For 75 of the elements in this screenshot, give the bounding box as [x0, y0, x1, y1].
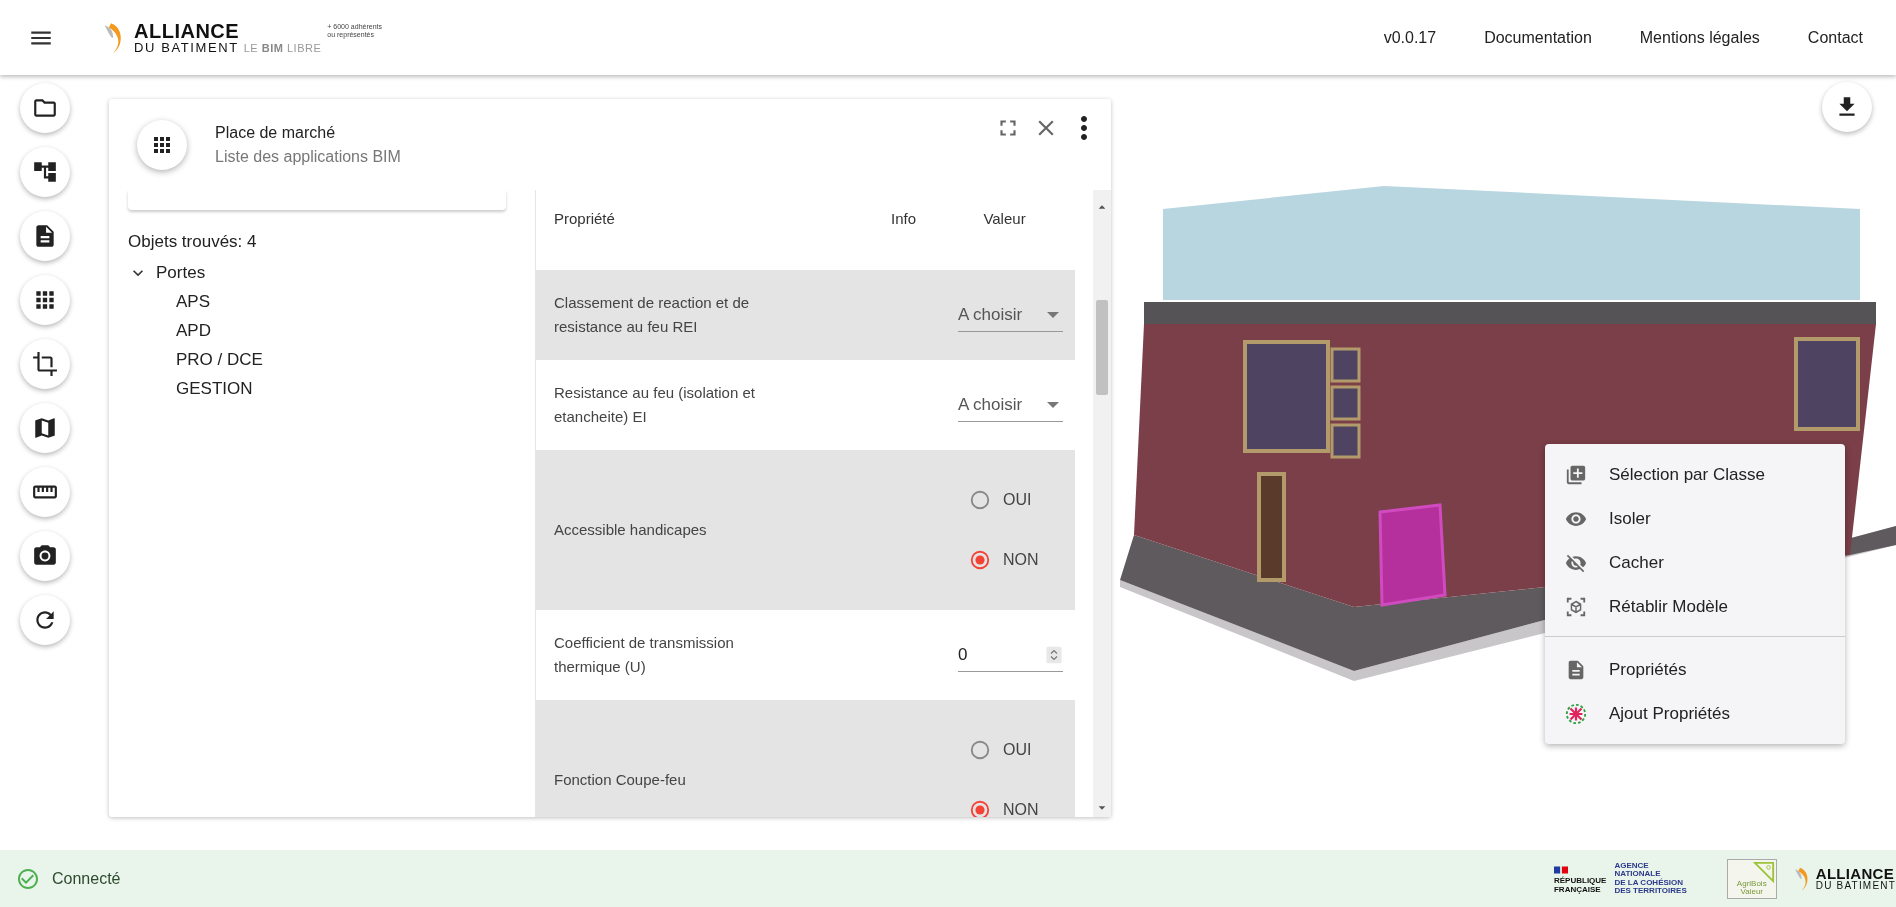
hierarchy-button[interactable] — [20, 147, 70, 197]
radio-label: NON — [1003, 801, 1039, 817]
radio-label: OUI — [1003, 491, 1032, 509]
map-icon — [32, 415, 58, 441]
select-field[interactable]: A choisir — [958, 298, 1063, 332]
logo-tagline: LE BIM LIBRE — [243, 43, 322, 54]
logo-text: AgriBois — [1736, 879, 1767, 888]
menu-item[interactable]: Propriétés — [1545, 648, 1845, 692]
scrollbar[interactable] — [1093, 190, 1111, 817]
results-count: Objets trouvés: 4 — [128, 232, 258, 252]
nav-link[interactable]: Mentions légales — [1639, 28, 1760, 47]
tree-item[interactable]: APD — [176, 316, 535, 345]
logo-text: DE LA COHÉSION — [1614, 878, 1685, 887]
menu-item[interactable]: Isoler — [1545, 497, 1845, 541]
select-field[interactable]: A choisir — [958, 388, 1063, 422]
logo-subtitle: DU BATIMENT — [134, 41, 239, 54]
property-label: Resistance au feu (isolation et etancheite) EI — [554, 383, 756, 427]
document-button[interactable] — [20, 211, 70, 261]
logo-text: NATIONALE — [1614, 870, 1661, 879]
cube-icon — [1565, 596, 1587, 618]
scrollbar-thumb[interactable] — [1096, 300, 1108, 395]
download-button[interactable] — [1822, 82, 1872, 132]
eye-off-icon — [1565, 552, 1587, 574]
menu-item[interactable]: Cacher — [1545, 541, 1845, 585]
logo-text: RÉPUBLIQUE — [1554, 877, 1607, 886]
crop-button[interactable] — [20, 339, 70, 389]
number-field[interactable]: 0 — [958, 638, 1063, 672]
radio-button[interactable] — [969, 799, 991, 817]
logo-text: FRANÇAISE — [1554, 885, 1601, 894]
radio-button[interactable] — [969, 489, 991, 511]
add-properties-icon — [1565, 703, 1587, 725]
tree-item[interactable]: PRO / DCE — [176, 345, 535, 374]
caret-icon — [1047, 311, 1059, 318]
tree-item[interactable]: APS — [176, 287, 535, 316]
property-label: Fonction Coupe-feu — [554, 770, 687, 790]
folder-button[interactable] — [20, 83, 70, 133]
logo-text: AGENCE — [1614, 861, 1650, 871]
tree-item[interactable]: Portes — [156, 262, 206, 283]
logo-text: DES TERRITOIRES — [1614, 886, 1687, 896]
camera-button[interactable] — [20, 531, 70, 581]
logo-text: Valeur — [1740, 887, 1763, 896]
nav-link[interactable]: Documentation — [1484, 28, 1592, 47]
radio-button[interactable] — [969, 739, 991, 761]
grid-button[interactable] — [20, 275, 70, 325]
panel-title: Place de marché — [215, 123, 337, 142]
nav-link[interactable]: v0.0.17 — [1383, 28, 1437, 47]
property-label: Classement de reaction et de resistance au feu REI — [554, 293, 751, 337]
triangle-icon — [1752, 860, 1775, 883]
logo-title: ALLIANCE — [1815, 866, 1894, 881]
logo-subtitle: DU BATIMENT — [1815, 881, 1896, 891]
column-header: Valeur — [982, 209, 1027, 227]
column-header: Info — [890, 209, 917, 227]
property-label: Accessible handicapes — [554, 520, 708, 540]
refresh-button[interactable] — [20, 595, 70, 645]
panel-subtitle: Liste des applications BIM — [215, 147, 401, 166]
property-label: Coefficient de transmission thermique (U) — [554, 633, 735, 677]
ruler-button[interactable] — [20, 467, 70, 517]
menu-item[interactable]: Ajout Propriétés — [1545, 692, 1845, 736]
radio-label: OUI — [1003, 741, 1032, 759]
add-layer-icon — [1565, 464, 1587, 486]
tree-item[interactable]: GESTION — [176, 374, 535, 403]
spinner-icon — [1045, 645, 1063, 664]
column-header: Propriété — [554, 209, 616, 227]
radio-label: NON — [1003, 551, 1039, 569]
radio-button[interactable] — [969, 549, 991, 571]
connection-status: Connecté — [52, 869, 121, 888]
menu-item[interactable]: Rétablir Modèle — [1545, 585, 1845, 629]
logo-title: ALLIANCE — [134, 21, 241, 41]
menu-item[interactable]: Sélection par Classe — [1545, 453, 1845, 497]
crop-icon — [32, 351, 58, 377]
caret-icon — [1047, 401, 1059, 408]
nav-link[interactable]: Contact — [1807, 28, 1863, 47]
map-button[interactable] — [20, 403, 70, 453]
more-vertical-icon — [1081, 116, 1087, 140]
hierarchy-icon — [32, 159, 58, 185]
